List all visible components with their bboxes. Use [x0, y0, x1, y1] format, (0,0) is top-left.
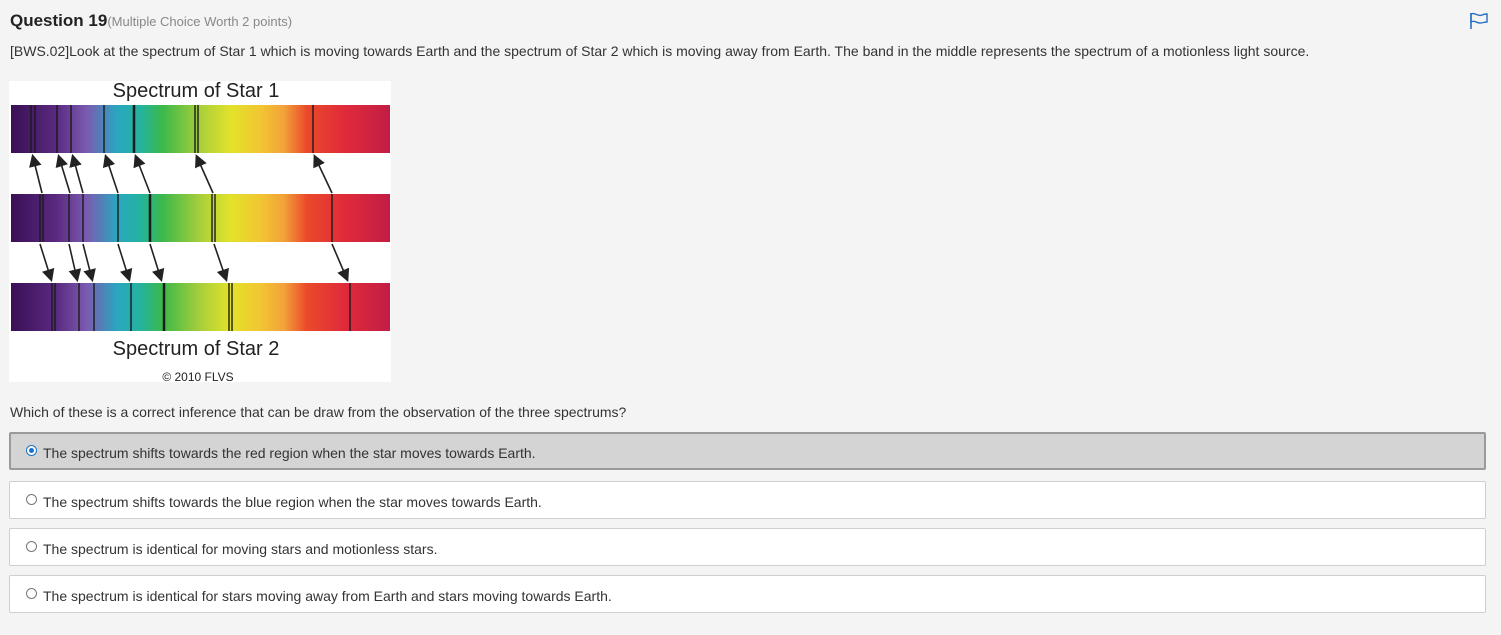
shift-arrows-down: [39, 243, 350, 283]
flag-icon[interactable]: [1469, 12, 1489, 30]
shift-arrows-up: [29, 153, 333, 194]
radio-button[interactable]: [26, 494, 37, 505]
star2-spectrum-band: [11, 283, 390, 331]
radio-button[interactable]: [26, 588, 37, 599]
inference-question: Which of these is a correct inference th…: [10, 404, 627, 420]
answer-option-4[interactable]: The spectrum is identical for stars movi…: [9, 575, 1486, 613]
question-prompt: [BWS.02]Look at the spectrum of Star 1 w…: [10, 43, 1310, 59]
answer-option-label: The spectrum shifts towards the red regi…: [43, 445, 536, 461]
answer-option-label: The spectrum is identical for moving sta…: [43, 541, 438, 557]
answer-option-3[interactable]: The spectrum is identical for moving sta…: [9, 528, 1486, 566]
radio-button[interactable]: [26, 541, 37, 552]
star1-spectrum-band: [11, 105, 390, 153]
figure-copyright: © 2010 FLVS: [162, 370, 233, 382]
question-title: Question 19: [10, 11, 108, 30]
motionless-spectrum-band: [11, 194, 390, 242]
answer-option-1[interactable]: The spectrum shifts towards the red regi…: [9, 432, 1486, 470]
spectrum-figure: Spectrum of Star 1 Spectrum of Star 2 © …: [9, 81, 391, 382]
question-header: Question 19(Multiple Choice Worth 2 poin…: [10, 11, 292, 31]
star1-title: Spectrum of Star 1: [113, 81, 280, 102]
star2-title: Spectrum of Star 2: [113, 338, 280, 360]
answer-option-label: The spectrum shifts towards the blue reg…: [43, 494, 542, 510]
answer-option-2[interactable]: The spectrum shifts towards the blue reg…: [9, 481, 1486, 519]
question-worth: (Multiple Choice Worth 2 points): [107, 14, 293, 29]
radio-button[interactable]: [26, 445, 37, 456]
answer-option-label: The spectrum is identical for stars movi…: [43, 588, 612, 604]
